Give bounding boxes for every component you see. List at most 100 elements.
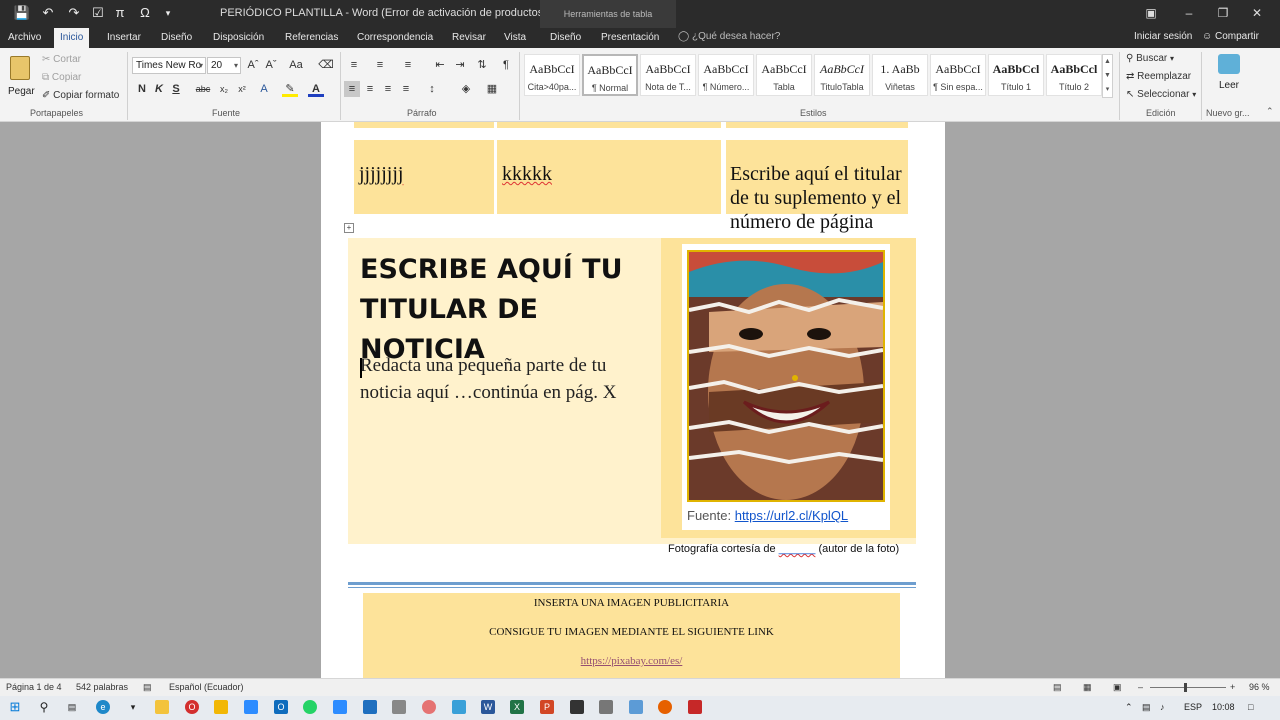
app-icon[interactable]: [214, 700, 228, 714]
tab-revisar[interactable]: Revisar: [446, 28, 492, 48]
zoom-slider-thumb[interactable]: [1184, 683, 1187, 692]
strikethrough-button[interactable]: abc: [194, 81, 212, 97]
bullets-icon[interactable]: ≡: [346, 57, 362, 73]
find-button[interactable]: ⚲ Buscar ▾: [1126, 53, 1174, 64]
excel-icon[interactable]: X: [510, 700, 524, 714]
windows-start-icon[interactable]: ⊞: [8, 700, 22, 714]
style-nota[interactable]: AaBbCcI Nota de T...: [640, 54, 696, 96]
maximize-button[interactable]: ❐: [1206, 0, 1240, 28]
customize-icon[interactable]: ▾: [158, 4, 178, 22]
article-lead[interactable]: Redacta una pequeña parte de tu noticia …: [360, 352, 660, 406]
copy-button[interactable]: ⧉ Copiar: [42, 72, 81, 83]
align-left-icon[interactable]: ≡: [344, 81, 360, 97]
borders-icon[interactable]: ▦: [484, 81, 500, 97]
tab-diseno[interactable]: Diseño: [155, 28, 198, 48]
proofing-icon[interactable]: ▤: [143, 682, 152, 693]
article-photo[interactable]: [687, 250, 885, 502]
table-cell[interactable]: jjjjjjjj: [354, 140, 494, 214]
save-icon[interactable]: 💾: [12, 4, 32, 22]
decrease-indent-icon[interactable]: ⇤: [432, 57, 448, 73]
style-tabla[interactable]: AaBbCcI Tabla: [756, 54, 812, 96]
style-numero[interactable]: AaBbCcI ¶ Número...: [698, 54, 754, 96]
paste-button[interactable]: Pegar: [6, 54, 36, 104]
format-painter-button[interactable]: ✐ Copiar formato: [42, 90, 119, 101]
superscript-button[interactable]: x²: [234, 81, 250, 97]
sign-in-link[interactable]: Iniciar sesión: [1134, 31, 1192, 42]
subscript-button[interactable]: x₂: [216, 81, 232, 97]
source-link[interactable]: https://url2.cl/KplQL: [735, 508, 848, 523]
undo-icon[interactable]: ↶: [38, 4, 58, 22]
page-count[interactable]: Página 1 de 4: [6, 682, 62, 692]
word-icon[interactable]: W: [481, 700, 495, 714]
tab-presentacion[interactable]: Presentación: [595, 28, 665, 48]
powerpoint-icon[interactable]: P: [540, 700, 554, 714]
sort-icon[interactable]: ⇅: [474, 57, 490, 73]
styles-scroll[interactable]: ▲ ▼ ▾: [1102, 54, 1113, 98]
edge-icon[interactable]: e: [96, 700, 110, 714]
tab-diseno-tabla[interactable]: Diseño: [544, 28, 587, 48]
italic-button[interactable]: K: [151, 81, 167, 97]
style-titulo-2[interactable]: AaBbCcl Título 2: [1046, 54, 1102, 96]
camera-icon[interactable]: [599, 700, 613, 714]
style-cita[interactable]: AaBbCcI Cita>40pa...: [524, 54, 580, 96]
zoom-level[interactable]: 96 %: [1249, 682, 1270, 692]
line-spacing-icon[interactable]: ↕: [424, 81, 440, 97]
read-mode-icon[interactable]: ▤: [1053, 682, 1062, 693]
document-page[interactable]: jjjjjjjj kkkkk Escribe aquí el titular d…: [321, 122, 945, 678]
collapse-ribbon-icon[interactable]: ⌃: [1266, 106, 1274, 117]
style-sin-espaciado[interactable]: AaBbCcI ¶ Sin espa...: [930, 54, 986, 96]
tray-chevron-icon[interactable]: ⌃: [1125, 702, 1133, 713]
select-button[interactable]: ↖ Seleccionar ▾: [1126, 89, 1196, 100]
app-icon-4[interactable]: [629, 700, 643, 714]
opera-icon[interactable]: O: [185, 700, 199, 714]
style-normal[interactable]: AaBbCcI ¶ Normal: [582, 54, 638, 96]
style-vinetas[interactable]: 1. AaBb Viñetas: [872, 54, 928, 96]
tab-disposicion[interactable]: Disposición: [207, 28, 270, 48]
change-case-icon[interactable]: Aa: [286, 57, 306, 73]
tab-referencias[interactable]: Referencias: [279, 28, 344, 48]
highlight-icon[interactable]: ✎: [282, 81, 298, 97]
increase-indent-icon[interactable]: ⇥: [452, 57, 468, 73]
clock[interactable]: 10:08: [1212, 702, 1235, 712]
redo-icon[interactable]: ↷: [64, 4, 84, 22]
shading-icon[interactable]: ◈: [458, 81, 474, 97]
text-effects-icon[interactable]: A: [256, 81, 272, 97]
notification-icon[interactable]: □: [1248, 702, 1253, 712]
outlook-icon[interactable]: O: [274, 700, 288, 714]
zoom-slider[interactable]: [1150, 687, 1226, 688]
ribbon-display-icon[interactable]: ▣: [1134, 0, 1168, 28]
web-layout-icon[interactable]: ▣: [1113, 682, 1122, 693]
task-view-icon[interactable]: ▤: [65, 700, 79, 714]
photo-caption[interactable]: Fotografía cortesía de ______ (autor de …: [668, 543, 899, 555]
shrink-font-icon[interactable]: Aˇ: [263, 57, 279, 73]
acrobat-icon[interactable]: [688, 700, 702, 714]
cut-button[interactable]: ✂ Cortar: [42, 54, 81, 65]
style-titulo-1[interactable]: AaBbCcl Título 1: [988, 54, 1044, 96]
minimize-button[interactable]: –: [1172, 0, 1206, 28]
whatsapp-icon[interactable]: [303, 700, 317, 714]
tab-correspondencia[interactable]: Correspondencia: [351, 28, 439, 48]
justify-icon[interactable]: ≡: [398, 81, 414, 97]
volume-icon[interactable]: ♪: [1160, 702, 1165, 712]
news-article-box[interactable]: ESCRIBE AQUÍ TU TITULAR DE NOTICIA Redac…: [348, 238, 916, 544]
pilcrow-icon[interactable]: ¶: [498, 57, 514, 73]
font-size-select[interactable]: 20 ▾: [207, 57, 241, 74]
omega-icon[interactable]: Ω: [135, 4, 155, 22]
align-center-icon[interactable]: ≡: [362, 81, 378, 97]
clear-format-icon[interactable]: ⌫: [318, 57, 334, 73]
input-language[interactable]: ESP: [1184, 702, 1202, 712]
network-icon[interactable]: ▤: [1142, 702, 1151, 713]
align-right-icon[interactable]: ≡: [380, 81, 396, 97]
style-titulotabla[interactable]: AaBbCcI TituloTabla: [814, 54, 870, 96]
font-family-select[interactable]: Times New Ro ▾: [132, 57, 206, 74]
tab-insertar[interactable]: Insertar: [101, 28, 147, 48]
table-cell[interactable]: Escribe aquí el titular de tu suplemento…: [726, 140, 908, 233]
tab-archivo[interactable]: Archivo: [2, 28, 47, 48]
firefox-icon[interactable]: [658, 700, 672, 714]
read-button[interactable]: Leer: [1212, 54, 1246, 100]
word-count[interactable]: 542 palabras: [76, 682, 128, 692]
font-color-icon[interactable]: A: [308, 81, 324, 97]
multilevel-list-icon[interactable]: ≡: [400, 57, 416, 73]
table-cell[interactable]: kkkkk: [497, 140, 721, 214]
bold-button[interactable]: N: [134, 81, 150, 97]
